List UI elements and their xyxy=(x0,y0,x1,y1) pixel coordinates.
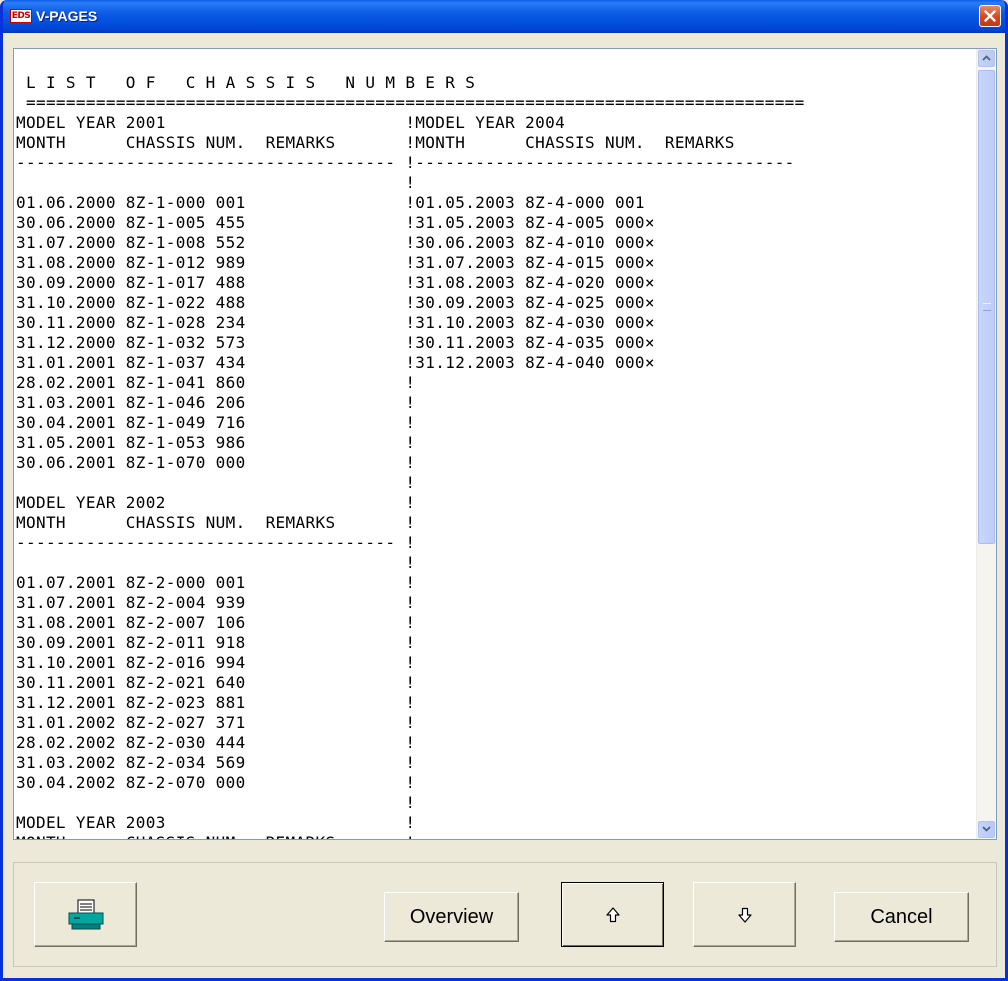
scroll-up-button[interactable] xyxy=(978,50,995,67)
report-line: 30.09.2000 8Z-1-017 488 !31.08.2003 8Z-4… xyxy=(16,273,655,292)
report-line: MODEL YEAR 2001 !MODEL YEAR 2004 xyxy=(16,113,566,132)
report-line: 30.06.2000 8Z-1-005 455 !31.05.2003 8Z-4… xyxy=(16,213,655,232)
report-line: 30.09.2001 8Z-2-011 918 ! xyxy=(16,633,416,652)
chassis-numbers-report: L I S T O F C H A S S I S N U M B E R S … xyxy=(16,73,805,839)
window-title: V-PAGES xyxy=(36,8,98,24)
printer-icon xyxy=(68,899,103,929)
chevron-up-icon xyxy=(982,55,991,61)
report-line: 31.10.2000 8Z-1-022 488 !30.09.2003 8Z-4… xyxy=(16,293,655,312)
report-line: ========================================… xyxy=(16,93,805,112)
report-line: 31.10.2001 8Z-2-016 994 ! xyxy=(16,653,416,672)
report-line: 31.07.2001 8Z-2-004 939 ! xyxy=(16,593,416,612)
report-line: 30.04.2002 8Z-2-070 000 ! xyxy=(16,773,416,792)
button-bar: Overview Cancel xyxy=(13,862,997,967)
report-line: 31.05.2001 8Z-1-053 986 ! xyxy=(16,433,416,452)
arrow-down-icon xyxy=(737,907,752,923)
report-line: 28.02.2001 8Z-1-041 860 ! xyxy=(16,373,416,392)
report-line: -------------------------------------- ! xyxy=(16,533,416,552)
report-line: MODEL YEAR 2002 ! xyxy=(16,493,416,512)
report-line: 31.12.2001 8Z-2-023 881 ! xyxy=(16,693,416,712)
report-line: 31.12.2000 8Z-1-032 573 !30.11.2003 8Z-4… xyxy=(16,333,655,352)
scroll-down-button[interactable] xyxy=(978,821,995,838)
report-line: ! xyxy=(16,473,416,492)
overview-button[interactable]: Overview xyxy=(384,892,519,942)
arrow-up-icon xyxy=(605,906,620,922)
cancel-button[interactable]: Cancel xyxy=(834,892,969,942)
report-line: 31.01.2002 8Z-2-027 371 ! xyxy=(16,713,416,732)
report-line: 31.08.2001 8Z-2-007 106 ! xyxy=(16,613,416,632)
app-logo-icon: EDS xyxy=(10,9,32,23)
report-line: MODEL YEAR 2003 ! xyxy=(16,813,416,832)
vertical-scrollbar[interactable] xyxy=(976,49,996,839)
page-up-button[interactable] xyxy=(561,882,664,947)
report-line: ! xyxy=(16,793,416,812)
report-line: 31.03.2002 8Z-2-034 569 ! xyxy=(16,753,416,772)
report-line: ! xyxy=(16,173,416,192)
report-line: ! xyxy=(16,553,416,572)
report-line: -------------------------------------- !… xyxy=(16,153,795,172)
report-view[interactable]: L I S T O F C H A S S I S N U M B E R S … xyxy=(13,48,997,840)
title-bar[interactable]: EDS V-PAGES xyxy=(3,0,1005,33)
report-line: MONTH CHASSIS NUM. REMARKS !MONTH CHASSI… xyxy=(16,133,735,152)
report-line: 28.02.2002 8Z-2-030 444 ! xyxy=(16,733,416,752)
report-line: 01.06.2000 8Z-1-000 001 !01.05.2003 8Z-4… xyxy=(16,193,645,212)
report-line: 30.11.2000 8Z-1-028 234 !31.10.2003 8Z-4… xyxy=(16,313,655,332)
chevron-down-icon xyxy=(982,826,991,832)
report-line: 30.06.2001 8Z-1-070 000 ! xyxy=(16,453,416,472)
report-line: 31.07.2000 8Z-1-008 552 !30.06.2003 8Z-4… xyxy=(16,233,655,252)
report-line: 31.03.2001 8Z-1-046 206 ! xyxy=(16,393,416,412)
report-line: 31.01.2001 8Z-1-037 434 !31.12.2003 8Z-4… xyxy=(16,353,655,372)
report-line: L I S T O F C H A S S I S N U M B E R S xyxy=(16,73,476,92)
report-line: 30.11.2001 8Z-2-021 640 ! xyxy=(16,673,416,692)
report-line: 30.04.2001 8Z-1-049 716 ! xyxy=(16,413,416,432)
print-button[interactable] xyxy=(34,882,137,947)
report-line: MONTH CHASSIS NUM. REMARKS ! xyxy=(16,513,416,532)
report-line: MONTH CHASSIS NUM. REMARKS ! xyxy=(16,833,415,839)
close-button[interactable] xyxy=(979,5,1001,27)
v-pages-window: EDS V-PAGES L I S T O F C H A S S I S N … xyxy=(0,0,1008,981)
report-line: 01.07.2001 8Z-2-000 001 ! xyxy=(16,573,416,592)
page-down-button[interactable] xyxy=(693,882,796,947)
scrollbar-grip xyxy=(983,303,991,311)
report-line: 31.08.2000 8Z-1-012 989 !31.07.2003 8Z-4… xyxy=(16,253,655,272)
scrollbar-thumb[interactable] xyxy=(978,70,995,544)
close-icon xyxy=(984,10,996,22)
